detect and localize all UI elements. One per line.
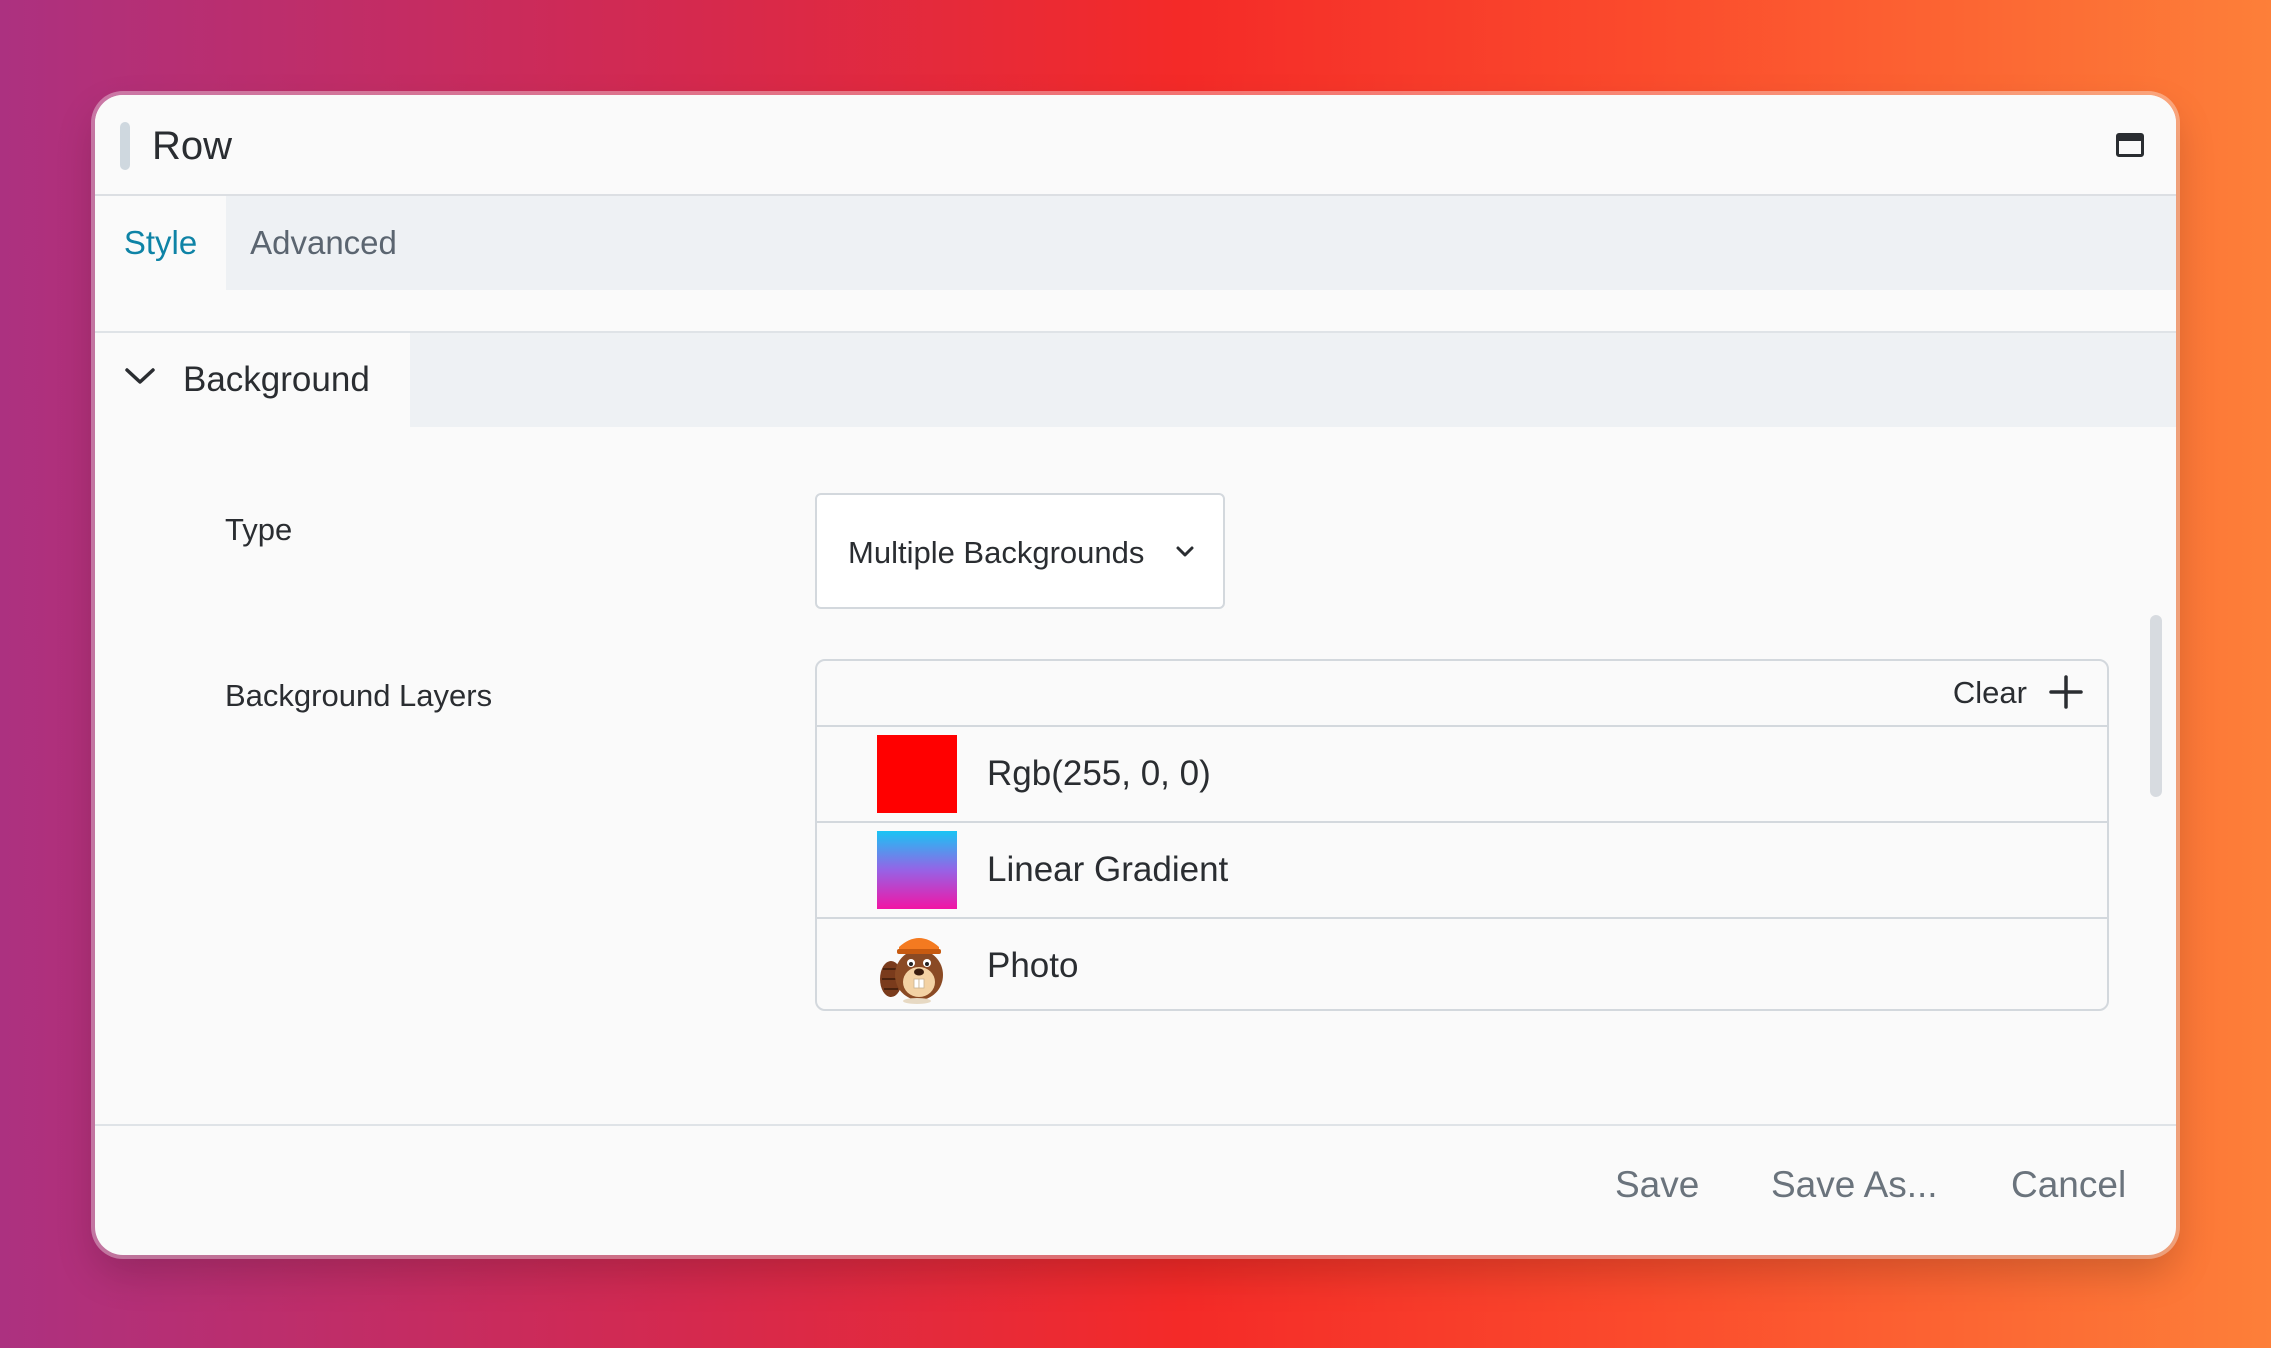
tab-bar: Style Advanced	[95, 196, 2176, 290]
layers-toolbar: Clear	[817, 661, 2107, 727]
section-toggle-background[interactable]: Background	[95, 333, 410, 427]
drag-handle[interactable]	[120, 122, 130, 170]
section-header: Background	[95, 333, 2176, 427]
save-as-button[interactable]: Save As...	[1771, 1155, 1938, 1215]
layer-label: Rgb(255, 0, 0)	[987, 754, 1211, 793]
beaver-mascot-icon	[880, 938, 943, 1004]
layer-item[interactable]: Rgb(255, 0, 0)	[817, 727, 2107, 823]
row-settings-dialog: Row Style Advanced Background Type Multi…	[95, 95, 2176, 1255]
background-layers-label: Background Layers	[225, 678, 493, 713]
add-icon[interactable]	[2049, 675, 2083, 709]
section-title: Background	[183, 360, 370, 399]
dialog-title: Row	[152, 124, 233, 168]
tab-style[interactable]: Style	[95, 196, 226, 290]
maximize-icon[interactable]	[2116, 133, 2144, 157]
clear-button[interactable]: Clear	[1953, 661, 2027, 725]
background-type-select[interactable]: Multiple Backgrounds	[815, 493, 1225, 609]
gradient-swatch	[877, 831, 957, 909]
layer-label: Photo	[987, 946, 1079, 985]
scrollbar[interactable]	[2150, 615, 2162, 797]
dialog-titlebar[interactable]: Row	[95, 95, 2176, 196]
tab-advanced[interactable]: Advanced	[226, 196, 421, 290]
select-value: Multiple Backgrounds	[848, 535, 1145, 570]
save-button[interactable]: Save	[1615, 1155, 1699, 1215]
divider	[95, 1124, 2176, 1126]
layer-item[interactable]: Photo	[817, 919, 2107, 1009]
background-layers-list: Clear Rgb(255, 0, 0) Linear Gradient Pho…	[815, 659, 2109, 1011]
type-label: Type	[225, 512, 293, 547]
chevron-down-icon	[125, 368, 155, 384]
cancel-button[interactable]: Cancel	[2011, 1155, 2126, 1215]
layer-item[interactable]: Linear Gradient	[817, 823, 2107, 919]
color-swatch	[877, 735, 957, 813]
chevron-down-icon	[1176, 546, 1194, 557]
layer-label: Linear Gradient	[987, 850, 1229, 889]
